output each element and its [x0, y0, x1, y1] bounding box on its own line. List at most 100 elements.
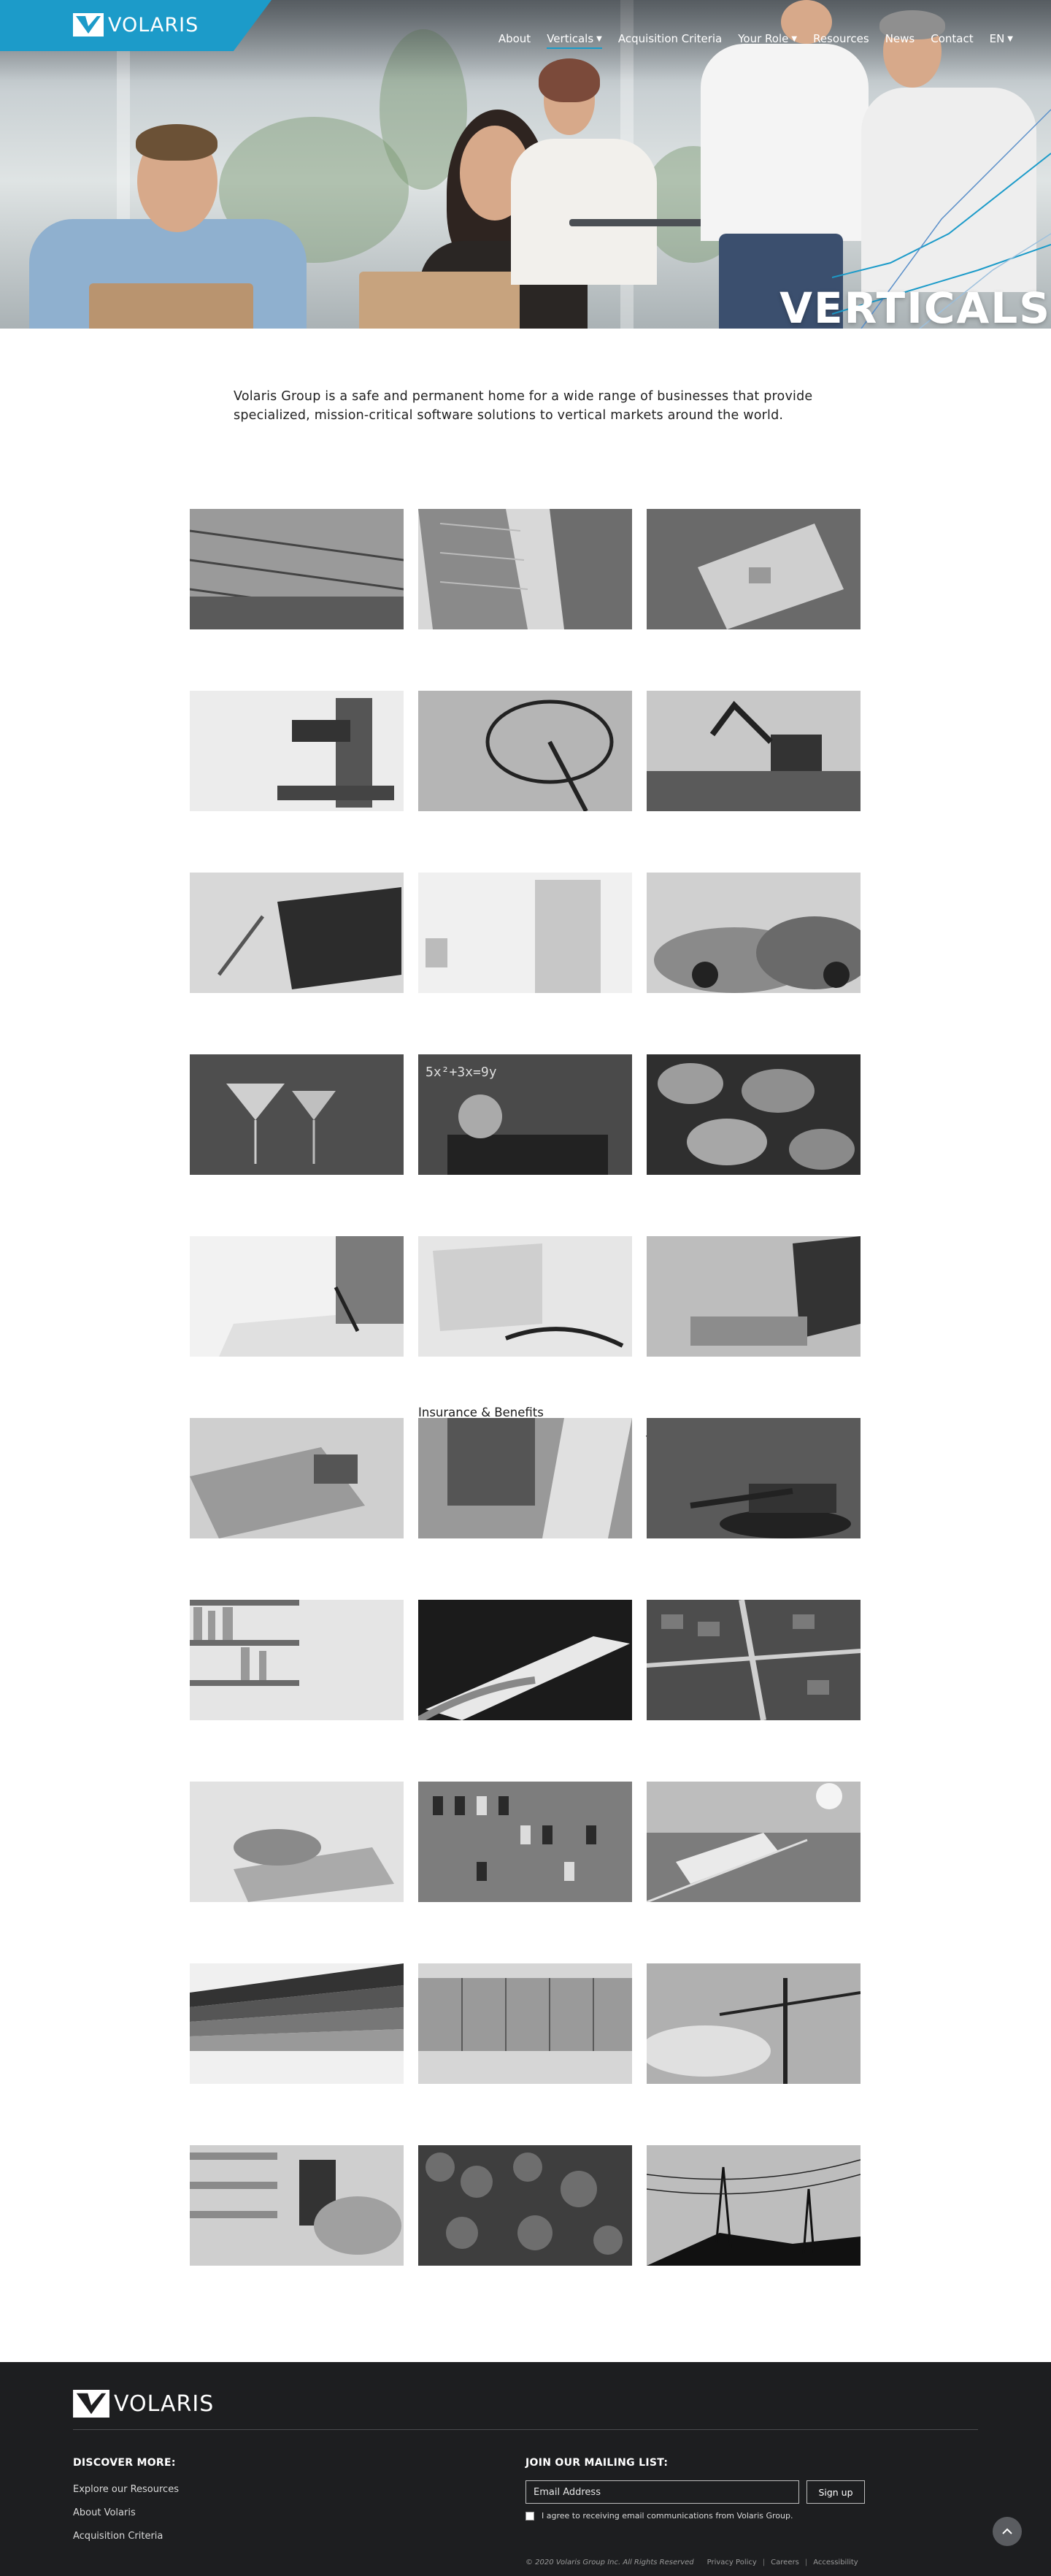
vertical-card-people-transportation[interactable]: People Transportation: [647, 1751, 861, 1933]
footer-link-acquisition-criteria[interactable]: Acquisition Criteria: [73, 2531, 163, 2542]
credit-card-image[interactable]: [647, 509, 861, 629]
footer-link-about[interactable]: About Volaris: [73, 2507, 136, 2518]
back-to-top-button[interactable]: [993, 2517, 1022, 2546]
car-lot-image[interactable]: [647, 873, 861, 993]
footer-logo[interactable]: VOLARIS: [73, 2390, 214, 2418]
nav-item-acquisition-criteria[interactable]: Acquisition Criteria: [618, 32, 722, 45]
building-facade-image[interactable]: [418, 1963, 632, 2084]
nav-label: Contact: [931, 32, 974, 45]
site-logo[interactable]: VOLARIS: [73, 13, 199, 37]
nav-item-news[interactable]: News: [885, 32, 915, 45]
vertical-card-parking-and-traffic-management[interactable]: Parking & Traffic Management: [418, 1751, 632, 1933]
caret-down-icon: ▼: [596, 34, 602, 43]
vertical-card-drinks-and-inventory-management[interactable]: Drinks & Inventory Management: [190, 1024, 404, 1205]
vertical-card-nonprofit[interactable]: Nonprofit: [647, 1569, 861, 1751]
vertical-card-banking-and-credit-union[interactable]: Banking & Credit Union: [647, 478, 861, 660]
vertical-card-cultural-collections-management[interactable]: Cultural Collections Management: [418, 842, 632, 1024]
nav-item-your-role[interactable]: Your Role ▼: [738, 32, 797, 45]
apple-chalkboard-image[interactable]: 5x²+3x=9y: [418, 1054, 632, 1175]
nav-item-contact[interactable]: Contact: [931, 32, 973, 45]
careers-link[interactable]: Careers: [771, 2558, 799, 2567]
vertical-card-dealer-management[interactable]: Dealer Management: [647, 842, 861, 1024]
vertical-card-bio-sciences[interactable]: Bio Sciences: [190, 660, 404, 842]
nav-item-about[interactable]: About: [498, 32, 531, 45]
footer-divider: [73, 2429, 978, 2430]
vertical-card-construction[interactable]: Construction: [647, 660, 861, 842]
speedboat-image[interactable]: [418, 1600, 632, 1720]
signing-document-image[interactable]: [190, 1236, 404, 1357]
main-nav: About Verticals ▼ Acquisition Criteria Yo…: [498, 32, 1013, 49]
gallery-image[interactable]: [418, 873, 632, 993]
laptop-left: [89, 283, 253, 329]
nav-label: EN: [989, 32, 1005, 45]
logo-wordmark: VOLARIS: [108, 13, 199, 37]
bookshelves-image[interactable]: [190, 1600, 404, 1720]
power-lines-image[interactable]: [647, 2145, 861, 2266]
business-laptop-image[interactable]: [418, 1418, 632, 1538]
nav-item-verticals[interactable]: Verticals ▼: [547, 32, 602, 49]
vertical-card-rental-management[interactable]: Rental Management: [647, 1933, 861, 2115]
consent-row: I agree to receiving email communication…: [526, 2511, 793, 2521]
vertical-card-healthcare[interactable]: Healthcare: [418, 1205, 632, 1387]
caret-down-icon: ▼: [791, 34, 798, 43]
vertical-card-government[interactable]: Government: [190, 1205, 404, 1387]
accessibility-link[interactable]: Accessibility: [813, 2558, 858, 2567]
martini-glasses-image[interactable]: [190, 1054, 404, 1175]
vertical-card-foodservice-and-hospitality[interactable]: Foodservice & Hospitality: [647, 1024, 861, 1205]
vertical-card-social-welfare[interactable]: Social Welfare: [418, 2115, 632, 2296]
email-field[interactable]: [526, 2480, 799, 2504]
vertical-card-justice[interactable]: Justice: [647, 1387, 861, 1569]
bus-highway-image[interactable]: [647, 1782, 861, 1902]
aerial-trees-image[interactable]: [418, 2145, 632, 2266]
nav-label: About: [498, 32, 531, 45]
vertical-card-human-capital-management[interactable]: Human Capital Management: [647, 1205, 861, 1387]
microscope-image[interactable]: [190, 691, 404, 811]
intro-paragraph: Volaris Group is a safe and permanent ho…: [234, 389, 813, 423]
aerial-neighborhood-image[interactable]: [647, 1600, 861, 1720]
laptop-center: [359, 272, 520, 329]
mailing-heading: JOIN OUR MAILING LIST:: [526, 2457, 669, 2469]
laptop-phone-image[interactable]: [190, 1418, 404, 1538]
shopping-phone-image[interactable]: [190, 2145, 404, 2266]
vertical-card-library-management[interactable]: Library Management: [190, 1569, 404, 1751]
vertical-card-agri-food[interactable]: Agri-Food: [190, 478, 404, 660]
produce-crates-image[interactable]: [190, 509, 404, 629]
vertical-card-retail[interactable]: Retail: [190, 2115, 404, 2296]
vertical-card-education[interactable]: Education5x²+3x=9y: [418, 1024, 632, 1205]
vertical-card-utilities[interactable]: Utilities: [647, 2115, 861, 2296]
parking-lot-image[interactable]: [418, 1782, 632, 1902]
gavel-image[interactable]: [647, 1418, 861, 1538]
oysters-image[interactable]: [647, 1054, 861, 1175]
vertical-card-insurance-and-benefits-administration[interactable]: Insurance & Benefits Administration: [418, 1387, 632, 1569]
footer-link-resources[interactable]: Explore our Resources: [73, 2484, 179, 2495]
vertical-card-other-markets[interactable]: Other Markets: [190, 1751, 404, 1933]
language-selector[interactable]: EN ▼: [990, 32, 1013, 45]
drawing-tablet-image[interactable]: [190, 873, 404, 993]
vertical-card-creative-industries[interactable]: Creative Industries: [190, 842, 404, 1024]
skyscrapers-image[interactable]: [418, 509, 632, 629]
logo-wordmark: VOLARIS: [114, 2391, 215, 2417]
color-swatches-image[interactable]: [190, 1963, 404, 2084]
vertical-card-communications-and-media[interactable]: Communications & Media: [418, 660, 632, 842]
nav-label: Acquisition Criteria: [617, 32, 723, 45]
crane-image[interactable]: [647, 1963, 861, 2084]
satellite-dish-image[interactable]: [418, 691, 632, 811]
nav-item-resources[interactable]: Resources: [813, 32, 869, 45]
vertical-card-independent-software-vendor[interactable]: Independent Software Vendor: [190, 1387, 404, 1569]
consent-checkbox[interactable]: [526, 2511, 534, 2521]
discover-heading: DISCOVER MORE:: [73, 2457, 176, 2469]
nav-label: Your Role: [738, 32, 789, 45]
vertical-card-marine[interactable]: Marine: [418, 1569, 632, 1751]
chevron-up-icon: [1002, 2528, 1012, 2534]
privacy-policy-link[interactable]: Privacy Policy: [707, 2558, 757, 2567]
signup-button[interactable]: Sign up: [806, 2480, 865, 2504]
excavator-image[interactable]: [647, 691, 861, 811]
vertical-card-property-valuation[interactable]: Property Valuation: [418, 1933, 632, 2115]
vertical-card-print-and-publishing[interactable]: Print & Publishing: [190, 1933, 404, 2115]
keyboard-hands-image[interactable]: [190, 1782, 404, 1902]
stethoscope-laptop-image[interactable]: [418, 1236, 632, 1357]
vertical-card-asset-management-and-logistics[interactable]: Asset Management & Logistics: [418, 478, 632, 660]
svg-text:5x²+3x=9y: 5x²+3x=9y: [426, 1065, 497, 1080]
page-title: VERTICALS: [779, 283, 1051, 329]
laptop-typing-image[interactable]: [647, 1236, 861, 1357]
